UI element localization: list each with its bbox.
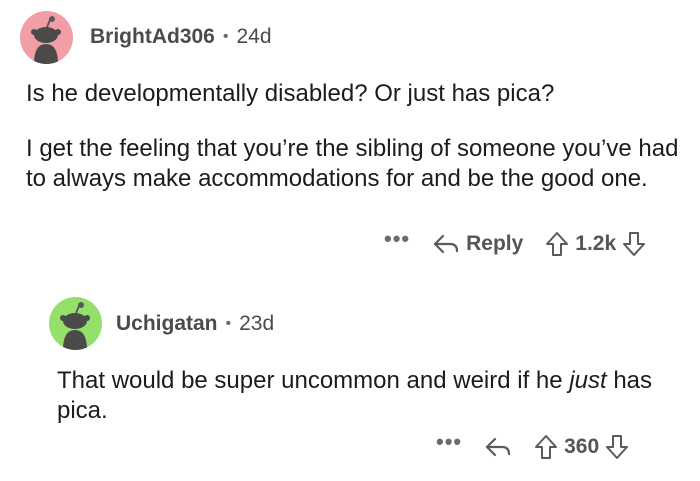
comment-paragraph: That would be super uncommon and weird i… (57, 366, 677, 426)
reply-label: Reply (466, 232, 524, 255)
reply-arrow-icon (432, 232, 460, 256)
reply-arrow-icon (484, 435, 512, 459)
downvote-arrow-icon (605, 434, 629, 460)
username-link[interactable]: Uchigatan (116, 312, 218, 336)
upvote-button[interactable] (534, 434, 558, 460)
comment-text: That would be super uncommon and weird i… (57, 367, 570, 394)
upvote-button[interactable] (545, 231, 569, 257)
vote-score: 1.2k (575, 232, 617, 255)
username-link[interactable]: BrightAd306 (90, 25, 215, 49)
meta-separator: • (225, 315, 232, 332)
comment-paragraph: Is he developmentally disabled? Or just … (26, 80, 555, 107)
comment-meta: Uchigatan • 23d (116, 312, 274, 336)
comment-meta: BrightAd306 • 24d (90, 25, 272, 49)
snoo-avatar-icon[interactable] (20, 11, 73, 64)
comment-actions: ••• Reply 1.2k (384, 228, 646, 257)
more-options-button[interactable]: ••• (384, 228, 410, 250)
comment-text-emphasis: just (569, 367, 607, 394)
comment-age: 23d (239, 312, 275, 335)
downvote-button[interactable] (605, 434, 629, 460)
upvote-arrow-icon (534, 434, 558, 460)
more-options-button[interactable]: ••• (436, 431, 462, 453)
vote-score: 360 (564, 435, 600, 458)
downvote-button[interactable] (622, 231, 646, 257)
meta-separator: • (222, 28, 229, 45)
reply-button[interactable] (484, 435, 512, 459)
comment-paragraph: I get the feeling that you’re the siblin… (26, 135, 679, 192)
snoo-avatar-icon[interactable] (49, 297, 102, 350)
comment-actions: ••• 360 (436, 431, 629, 460)
comment-age: 24d (236, 25, 272, 48)
downvote-arrow-icon (622, 231, 646, 257)
upvote-arrow-icon (545, 231, 569, 257)
reply-button[interactable]: Reply (432, 232, 545, 256)
